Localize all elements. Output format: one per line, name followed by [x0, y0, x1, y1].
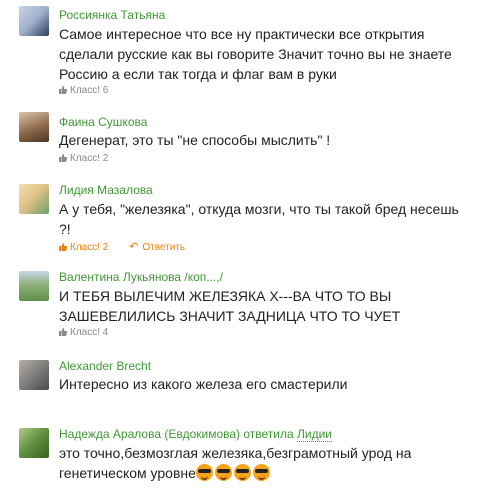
avatar[interactable]	[19, 6, 49, 36]
comment-text: Самое интересное что все ну практически …	[59, 26, 452, 82]
thumbs-up-icon	[59, 328, 67, 336]
sunglasses-smiley-icon	[214, 464, 232, 481]
avatar[interactable]	[19, 184, 49, 214]
reply-button[interactable]: ↶ Ответить	[129, 241, 186, 253]
sunglasses-smiley-icon	[252, 464, 270, 481]
sunglasses-smiley-icon	[195, 464, 213, 481]
comment-author[interactable]: Надежда Аралова (Евдокимова)	[59, 427, 240, 441]
comment-meta: Класс! 2	[59, 153, 108, 164]
avatar[interactable]	[19, 360, 49, 390]
comment-author[interactable]: Россиянка Татьяна	[59, 8, 165, 22]
comment-meta: Класс! 4	[59, 327, 108, 338]
reply-arrow-icon: ↶	[129, 241, 139, 253]
comment-text: это точно,безмозглая железяка,безграмотн…	[59, 443, 439, 483]
sunglasses-smiley-icon	[233, 464, 251, 481]
comment-text: Дегенерат, это ты "не способы мыслить" !	[59, 132, 331, 148]
comment-meta: Класс! 6	[59, 85, 108, 96]
comment-meta: Класс! 2 ↶ Ответить	[59, 240, 185, 253]
comment-text: Интересно из какого железа его смастерил…	[59, 376, 348, 392]
comment-author[interactable]: Лидия Мазалова	[59, 183, 153, 197]
thumbs-up-icon	[59, 243, 67, 251]
comment-author[interactable]: Alexander Brecht	[59, 359, 151, 373]
avatar[interactable]	[19, 428, 49, 458]
klass-label: Класс! 2	[70, 242, 109, 253]
thumbs-up-icon	[59, 86, 67, 94]
klass-button[interactable]: Класс! 4	[59, 327, 108, 338]
comment-author[interactable]: Фаина Сушкова	[59, 115, 147, 129]
klass-button[interactable]: Класс! 2	[59, 153, 108, 164]
klass-label: Класс! 2	[70, 153, 109, 164]
klass-label: Класс! 6	[70, 85, 109, 96]
klass-label: Класс! 4	[70, 327, 109, 338]
comment-author-line: Надежда Аралова (Евдокимова) ответила Ли…	[59, 427, 333, 442]
avatar[interactable]	[19, 271, 49, 301]
comment-text: А у тебя, "железяка", откуда мозги, что …	[59, 201, 459, 237]
comment-author[interactable]: Валентина Лукьянова /коп...,/	[59, 270, 223, 284]
reply-to-link[interactable]: Лидии	[297, 427, 333, 442]
reply-label: Ответить	[142, 242, 186, 253]
klass-button[interactable]: Класс! 6	[59, 85, 108, 96]
avatar[interactable]	[19, 112, 49, 142]
emoji-group	[195, 464, 272, 481]
comment-text: И ТЕБЯ ВЫЛЕЧИМ ЖЕЛЕЗЯКА Х---ВА ЧТО ТО ВЫ…	[59, 288, 401, 324]
reply-to-prefix: ответила	[243, 427, 294, 441]
klass-button[interactable]: Класс! 2	[59, 242, 111, 253]
thumbs-up-icon	[59, 154, 67, 162]
